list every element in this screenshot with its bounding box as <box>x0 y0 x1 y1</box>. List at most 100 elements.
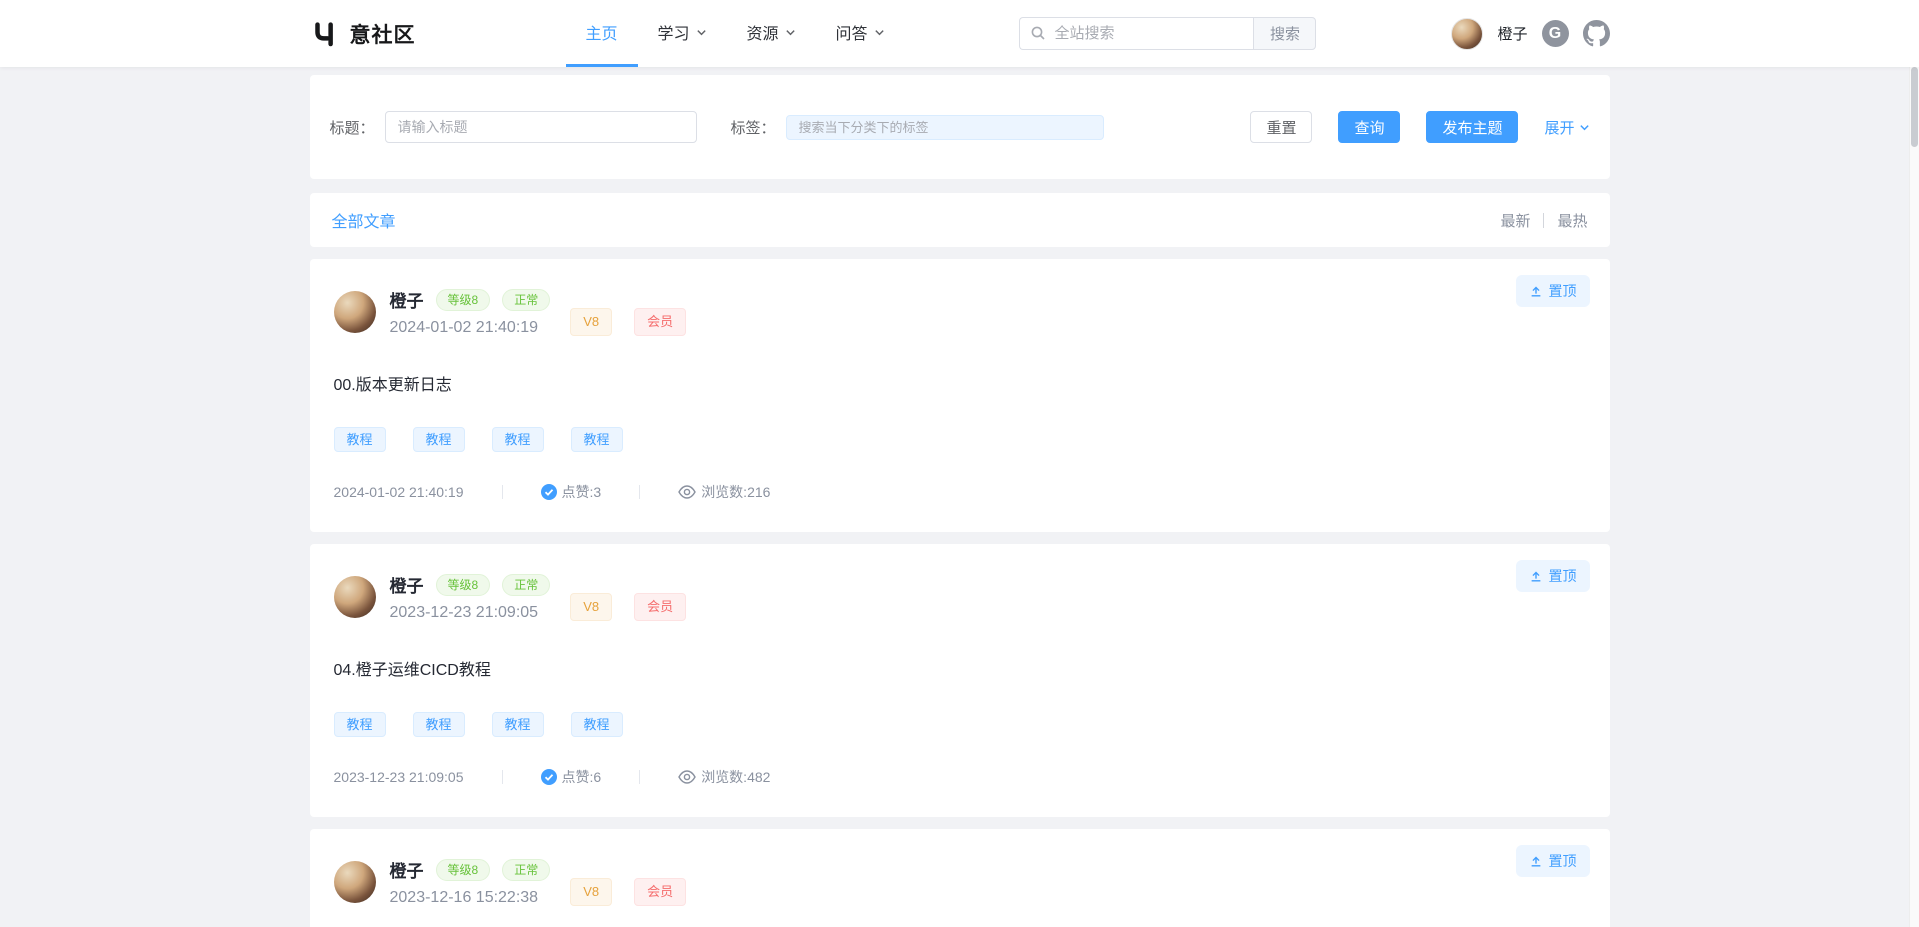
author-name[interactable]: 橙子 <box>390 572 424 597</box>
search-icon <box>1030 25 1046 41</box>
user-avatar[interactable] <box>1451 18 1483 50</box>
pin-label: 置顶 <box>1549 851 1577 871</box>
publish-topic-button[interactable]: 发布主题 <box>1426 111 1518 143</box>
tag-filter-label: 标签： <box>731 117 776 138</box>
chevron-down-icon <box>874 27 885 38</box>
post-card: 置顶 橙子 等级8 正常 2023-12-23 21:09:05 V8 会员 0… <box>310 544 1610 817</box>
nav-item-resources[interactable]: 资源 <box>727 0 816 67</box>
expand-toggle[interactable]: 展开 <box>1544 117 1589 138</box>
like-check-icon <box>541 769 557 785</box>
tab-all-articles[interactable]: 全部文章 <box>332 208 396 232</box>
vip-badge: V8 <box>570 308 612 336</box>
level-badge: 等级8 <box>436 574 491 596</box>
author-name[interactable]: 橙子 <box>390 857 424 882</box>
member-badge: 会员 <box>634 593 686 621</box>
post-tags: 教程 教程 教程 教程 <box>334 427 1586 452</box>
post-tag[interactable]: 教程 <box>413 427 465 452</box>
status-badge: 正常 <box>502 289 550 311</box>
view-count: 浏览数:482 <box>701 767 770 787</box>
post-tag[interactable]: 教程 <box>571 427 623 452</box>
author-avatar[interactable] <box>334 861 376 903</box>
post-tag[interactable]: 教程 <box>334 712 386 737</box>
chevron-down-icon <box>785 27 796 38</box>
search-input[interactable] <box>1019 17 1253 50</box>
article-list-header: 全部文章 最新 最热 <box>310 193 1610 247</box>
nav-label: 主页 <box>586 20 618 44</box>
status-badge: 正常 <box>502 574 550 596</box>
chevron-down-icon <box>1579 122 1590 133</box>
view-stat: 浏览数:482 <box>678 767 770 787</box>
nav-label: 问答 <box>836 20 868 44</box>
scrollbar-thumb[interactable] <box>1911 67 1918 147</box>
nav-item-learn[interactable]: 学习 <box>638 0 727 67</box>
member-badge: 会员 <box>634 308 686 336</box>
tag-filter-input[interactable] <box>786 115 1104 140</box>
vip-badge: V8 <box>570 593 612 621</box>
stat-date: 2024-01-02 21:40:19 <box>334 484 464 500</box>
author-avatar[interactable] <box>334 291 376 333</box>
post-tag[interactable]: 教程 <box>413 712 465 737</box>
author-name[interactable]: 橙子 <box>390 287 424 312</box>
author-row: 橙子 等级8 正常 2024-01-02 21:40:19 V8 会员 <box>334 287 1586 337</box>
sort-hottest[interactable]: 最热 <box>1557 210 1587 231</box>
post-title[interactable]: 04.橙子运维CICD教程 <box>334 656 1586 680</box>
pin-button[interactable]: 置顶 <box>1516 560 1590 592</box>
like-count: 点赞:6 <box>562 767 602 787</box>
post-stats: 2024-01-02 21:40:19 点赞:3 浏览数:216 <box>334 482 1586 502</box>
gitee-icon[interactable]: G <box>1542 20 1569 47</box>
query-button[interactable]: 查询 <box>1338 111 1400 143</box>
post-tag[interactable]: 教程 <box>334 427 386 452</box>
search-button[interactable]: 搜索 <box>1253 17 1316 50</box>
level-badge: 等级8 <box>436 289 491 311</box>
eye-icon <box>678 770 696 784</box>
like-check-icon <box>541 484 557 500</box>
like-stat: 点赞:3 <box>541 482 602 502</box>
sort-newest[interactable]: 最新 <box>1500 210 1530 231</box>
member-badge: 会员 <box>634 878 686 906</box>
pin-button[interactable]: 置顶 <box>1516 275 1590 307</box>
stat-divider <box>639 485 640 499</box>
author-row: 橙子 等级8 正常 2023-12-16 15:22:38 V8 会员 <box>334 857 1586 907</box>
github-icon[interactable] <box>1583 20 1610 47</box>
post-date: 2023-12-16 15:22:38 <box>390 889 551 907</box>
nav-label: 学习 <box>658 20 690 44</box>
scrollbar-track[interactable] <box>1909 0 1919 927</box>
nav-item-home[interactable]: 主页 <box>566 0 638 67</box>
status-badge: 正常 <box>502 859 550 881</box>
post-tag[interactable]: 教程 <box>492 427 544 452</box>
title-filter-input[interactable] <box>385 111 697 143</box>
site-search: 搜索 <box>1019 17 1316 50</box>
pin-button[interactable]: 置顶 <box>1516 845 1590 877</box>
post-card: 置顶 橙子 等级8 正常 2024-01-02 21:40:19 V8 会员 0… <box>310 259 1610 532</box>
chevron-down-icon <box>696 27 707 38</box>
post-stats: 2023-12-23 21:09:05 点赞:6 浏览数:482 <box>334 767 1586 787</box>
filter-bar: 标题： 标签： 重置 查询 发布主题 展开 <box>310 75 1610 179</box>
post-date: 2023-12-23 21:09:05 <box>390 604 551 622</box>
post-title[interactable]: 00.版本更新日志 <box>334 371 1586 395</box>
view-count: 浏览数:216 <box>701 482 770 502</box>
pin-to-top-icon <box>1529 854 1543 868</box>
user-name[interactable]: 橙子 <box>1497 23 1527 44</box>
pin-label: 置顶 <box>1549 281 1577 301</box>
post-date: 2024-01-02 21:40:19 <box>390 319 551 337</box>
reset-button[interactable]: 重置 <box>1250 111 1312 143</box>
nav-item-qa[interactable]: 问答 <box>816 0 905 67</box>
post-tag[interactable]: 教程 <box>571 712 623 737</box>
brand[interactable]: 意社区 <box>310 19 416 49</box>
pin-label: 置顶 <box>1549 566 1577 586</box>
eye-icon <box>678 485 696 499</box>
nav-label: 资源 <box>747 20 779 44</box>
stat-divider <box>639 770 640 784</box>
main-nav: 主页 学习 资源 问答 <box>566 0 905 67</box>
post-card: 置顶 橙子 等级8 正常 2023-12-16 15:22:38 V8 会员 <box>310 829 1610 927</box>
author-avatar[interactable] <box>334 576 376 618</box>
stat-divider <box>502 770 503 784</box>
expand-label: 展开 <box>1544 117 1574 138</box>
vip-badge: V8 <box>570 878 612 906</box>
like-count: 点赞:3 <box>562 482 602 502</box>
title-filter-label: 标题： <box>330 117 375 138</box>
post-tag[interactable]: 教程 <box>492 712 544 737</box>
pin-to-top-icon <box>1529 284 1543 298</box>
stat-divider <box>502 485 503 499</box>
stat-date: 2023-12-23 21:09:05 <box>334 769 464 785</box>
